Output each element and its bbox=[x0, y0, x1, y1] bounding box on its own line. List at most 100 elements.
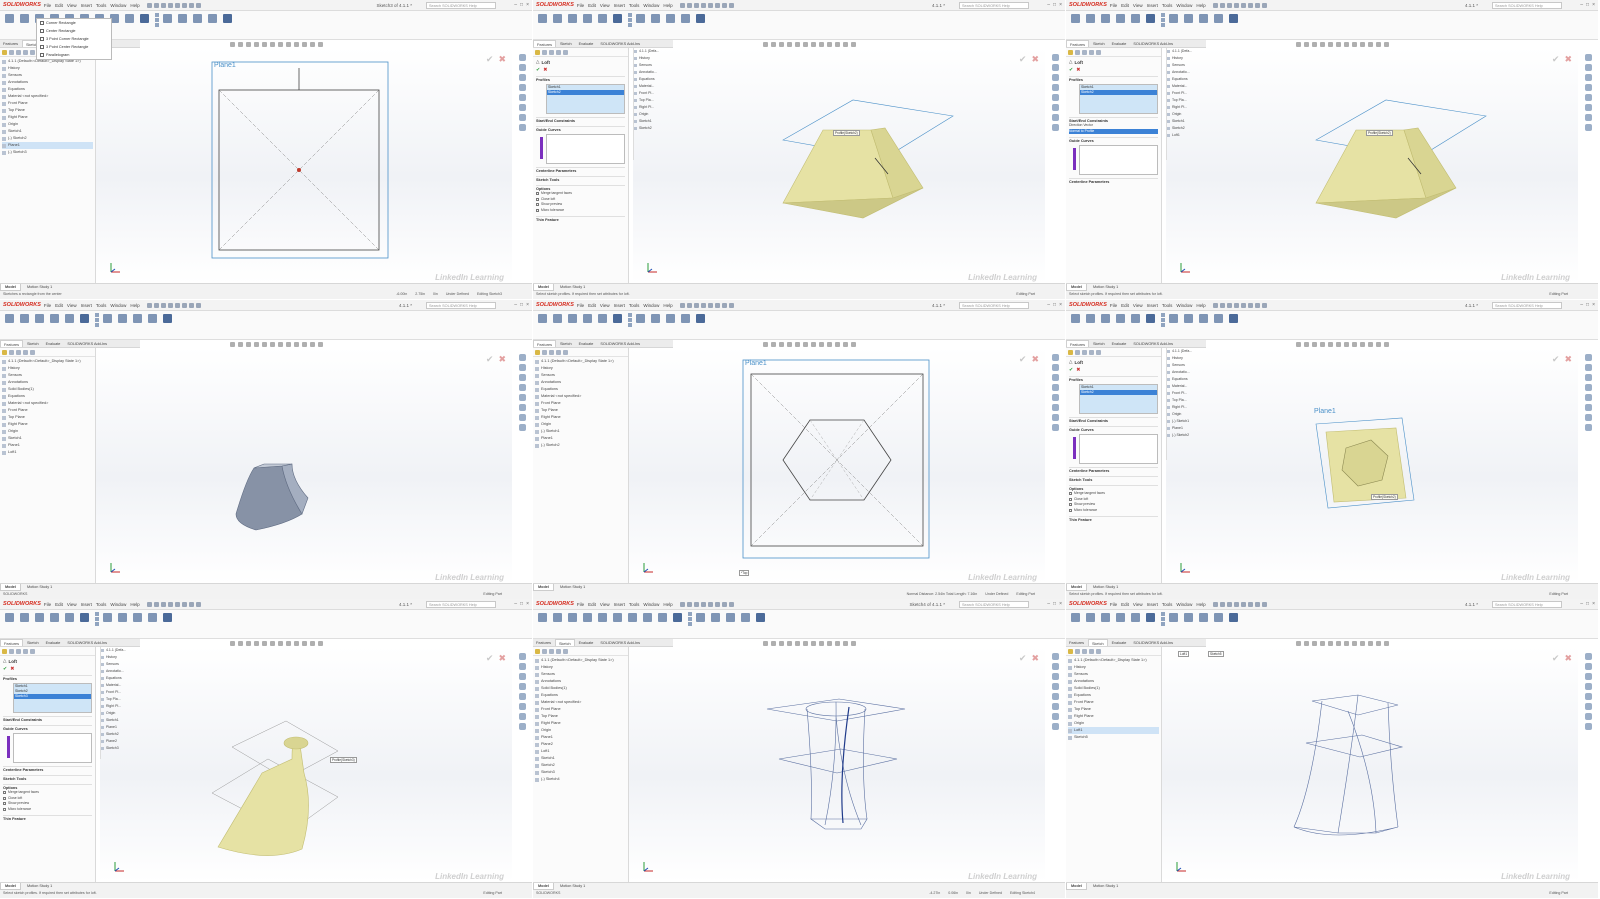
ribbon-list-item[interactable] bbox=[1161, 313, 1165, 317]
view-tool-icon[interactable] bbox=[230, 641, 235, 646]
flyout-tree-item[interactable]: Sketch1 bbox=[634, 118, 679, 125]
menu-item[interactable]: File bbox=[577, 303, 584, 308]
ribbon-tool-button[interactable] bbox=[611, 313, 624, 335]
view-tool-icon[interactable] bbox=[1304, 641, 1309, 646]
view-tool-icon[interactable] bbox=[310, 641, 315, 646]
quick-access-icon[interactable] bbox=[181, 302, 187, 308]
task-pane-icon[interactable] bbox=[518, 404, 526, 411]
minimize-icon[interactable]: – bbox=[1047, 302, 1050, 308]
ribbon-tool-button[interactable] bbox=[566, 13, 579, 35]
tab-evaluate[interactable]: Evaluate bbox=[1109, 40, 1130, 47]
display-manager-icon[interactable] bbox=[1096, 350, 1101, 355]
ribbon-tool-button[interactable] bbox=[1182, 313, 1195, 335]
ribbon-tool-button[interactable] bbox=[18, 612, 31, 634]
ribbon-tool-button[interactable] bbox=[1114, 612, 1127, 634]
menu-item[interactable]: Tools bbox=[629, 3, 640, 8]
ribbon-tool-button[interactable] bbox=[536, 313, 549, 335]
pm-section-header[interactable]: Thin Feature bbox=[3, 815, 92, 821]
task-pane-icon[interactable] bbox=[518, 663, 526, 670]
tab-solidworks-add-ins[interactable]: SOLIDWORKS Add-Ins bbox=[1130, 340, 1176, 347]
view-tool-icon[interactable] bbox=[1360, 342, 1365, 347]
flyout-tree-item[interactable]: Equations bbox=[1167, 76, 1212, 83]
tree-item[interactable]: 4.1.1 (Default<<Default>_Display State 1… bbox=[1068, 657, 1159, 664]
ribbon-tool-button[interactable] bbox=[3, 612, 16, 634]
view-tool-icon[interactable] bbox=[827, 42, 832, 47]
display-manager-icon[interactable] bbox=[1096, 649, 1101, 654]
flyout-tree-item[interactable]: Equations bbox=[1167, 376, 1212, 383]
task-pane-icon[interactable] bbox=[1584, 64, 1592, 71]
tree-item[interactable]: Sketch1 bbox=[535, 755, 626, 762]
task-pane-icon[interactable] bbox=[518, 424, 526, 431]
task-pane-icon[interactable] bbox=[1584, 374, 1592, 381]
flyout-tree-item[interactable]: (-) Sketch2 bbox=[1167, 432, 1212, 439]
view-tool-icon[interactable] bbox=[779, 641, 784, 646]
task-pane-icon[interactable] bbox=[1584, 74, 1592, 81]
tree-item[interactable]: Material <not specified> bbox=[2, 93, 93, 100]
task-pane-icon[interactable] bbox=[518, 364, 526, 371]
menu-item[interactable]: File bbox=[44, 3, 51, 8]
tree-item[interactable]: Material <not specified> bbox=[2, 400, 93, 407]
dimxpert-icon[interactable] bbox=[556, 649, 561, 654]
view-tool-icon[interactable] bbox=[835, 641, 840, 646]
quick-access-icon[interactable] bbox=[707, 601, 713, 607]
task-pane-icon[interactable] bbox=[1584, 723, 1592, 730]
quick-access-icon[interactable] bbox=[153, 302, 159, 308]
view-tool-icon[interactable] bbox=[1352, 342, 1357, 347]
quick-access-icon[interactable] bbox=[700, 2, 706, 8]
task-pane-icon[interactable] bbox=[1051, 673, 1059, 680]
task-pane-icon[interactable] bbox=[1051, 94, 1059, 101]
menu-item[interactable]: Insert bbox=[614, 3, 625, 8]
profile-item[interactable]: Sketch2 bbox=[547, 90, 624, 95]
graphics-area[interactable]: ✔ ✖ Profile(Sketch3) bbox=[100, 647, 512, 882]
graphics-area[interactable]: ✔ ✖ bbox=[96, 348, 512, 583]
cancel-x-icon[interactable]: ✖ bbox=[10, 666, 14, 672]
pm-section-header[interactable]: Guide Curves bbox=[536, 126, 625, 132]
view-tool-icon[interactable] bbox=[1344, 342, 1349, 347]
ribbon-tool-button[interactable] bbox=[641, 612, 654, 634]
display-manager-icon[interactable] bbox=[563, 50, 568, 55]
quick-access-icon[interactable] bbox=[1226, 302, 1232, 308]
help-search-input[interactable]: Search SOLIDWORKS Help bbox=[1492, 302, 1562, 309]
pm-section-header[interactable]: Profiles bbox=[3, 675, 92, 681]
task-pane-icon[interactable] bbox=[518, 713, 526, 720]
ribbon-tool-button[interactable] bbox=[138, 13, 151, 35]
view-tool-icon[interactable] bbox=[278, 641, 283, 646]
task-pane-icon[interactable] bbox=[1051, 683, 1059, 690]
ribbon-list-item[interactable] bbox=[1161, 318, 1165, 322]
task-pane-icon[interactable] bbox=[1051, 364, 1059, 371]
menu-item[interactable]: Insert bbox=[614, 303, 625, 308]
pm-section-header[interactable]: Sketch Tools bbox=[1069, 476, 1158, 482]
menu-item[interactable]: Window bbox=[643, 602, 659, 607]
tree-item[interactable]: 4.1.1 (Default<<Default>_Display State 1… bbox=[535, 358, 626, 365]
tree-item[interactable]: Equations bbox=[1068, 692, 1159, 699]
view-tool-icon[interactable] bbox=[1368, 42, 1373, 47]
quick-access-icon[interactable] bbox=[146, 2, 152, 8]
close-icon[interactable]: × bbox=[1059, 601, 1062, 607]
tree-item[interactable]: Front Plane bbox=[1068, 699, 1159, 706]
view-tool-icon[interactable] bbox=[811, 42, 816, 47]
tree-item[interactable]: Sketch2 bbox=[535, 762, 626, 769]
ribbon-tool-button[interactable] bbox=[694, 612, 707, 634]
menu-item[interactable]: View bbox=[67, 3, 77, 8]
ribbon-tool-button[interactable] bbox=[596, 13, 609, 35]
flyout-tree-item[interactable]: Sketch3 bbox=[101, 745, 146, 752]
ribbon-list-item[interactable] bbox=[688, 612, 692, 616]
quick-access-icon[interactable] bbox=[1240, 601, 1246, 607]
menu-item[interactable]: Window bbox=[110, 602, 126, 607]
quick-access-icon[interactable] bbox=[728, 601, 734, 607]
quick-access-icon[interactable] bbox=[195, 2, 201, 8]
view-tool-icon[interactable] bbox=[1328, 42, 1333, 47]
tab-solidworks-add-ins[interactable]: SOLIDWORKS Add-Ins bbox=[597, 639, 643, 646]
ribbon-tool-button[interactable] bbox=[664, 13, 677, 35]
quick-access-icon[interactable] bbox=[679, 601, 685, 607]
quick-access-icon[interactable] bbox=[1212, 302, 1218, 308]
tree-item[interactable]: Annotations bbox=[535, 678, 626, 685]
quick-access-icon[interactable] bbox=[1254, 2, 1260, 8]
quick-access-icon[interactable] bbox=[195, 302, 201, 308]
tab-model[interactable]: Model bbox=[0, 584, 21, 591]
task-pane-icon[interactable] bbox=[518, 74, 526, 81]
profiles-list[interactable]: Sketch1 Sketch2 bbox=[1079, 384, 1158, 414]
tree-item[interactable]: (-) Sketch2 bbox=[2, 135, 93, 142]
flyout-tree-item[interactable]: Right Pl... bbox=[634, 104, 679, 111]
minimize-icon[interactable]: – bbox=[1580, 302, 1583, 308]
